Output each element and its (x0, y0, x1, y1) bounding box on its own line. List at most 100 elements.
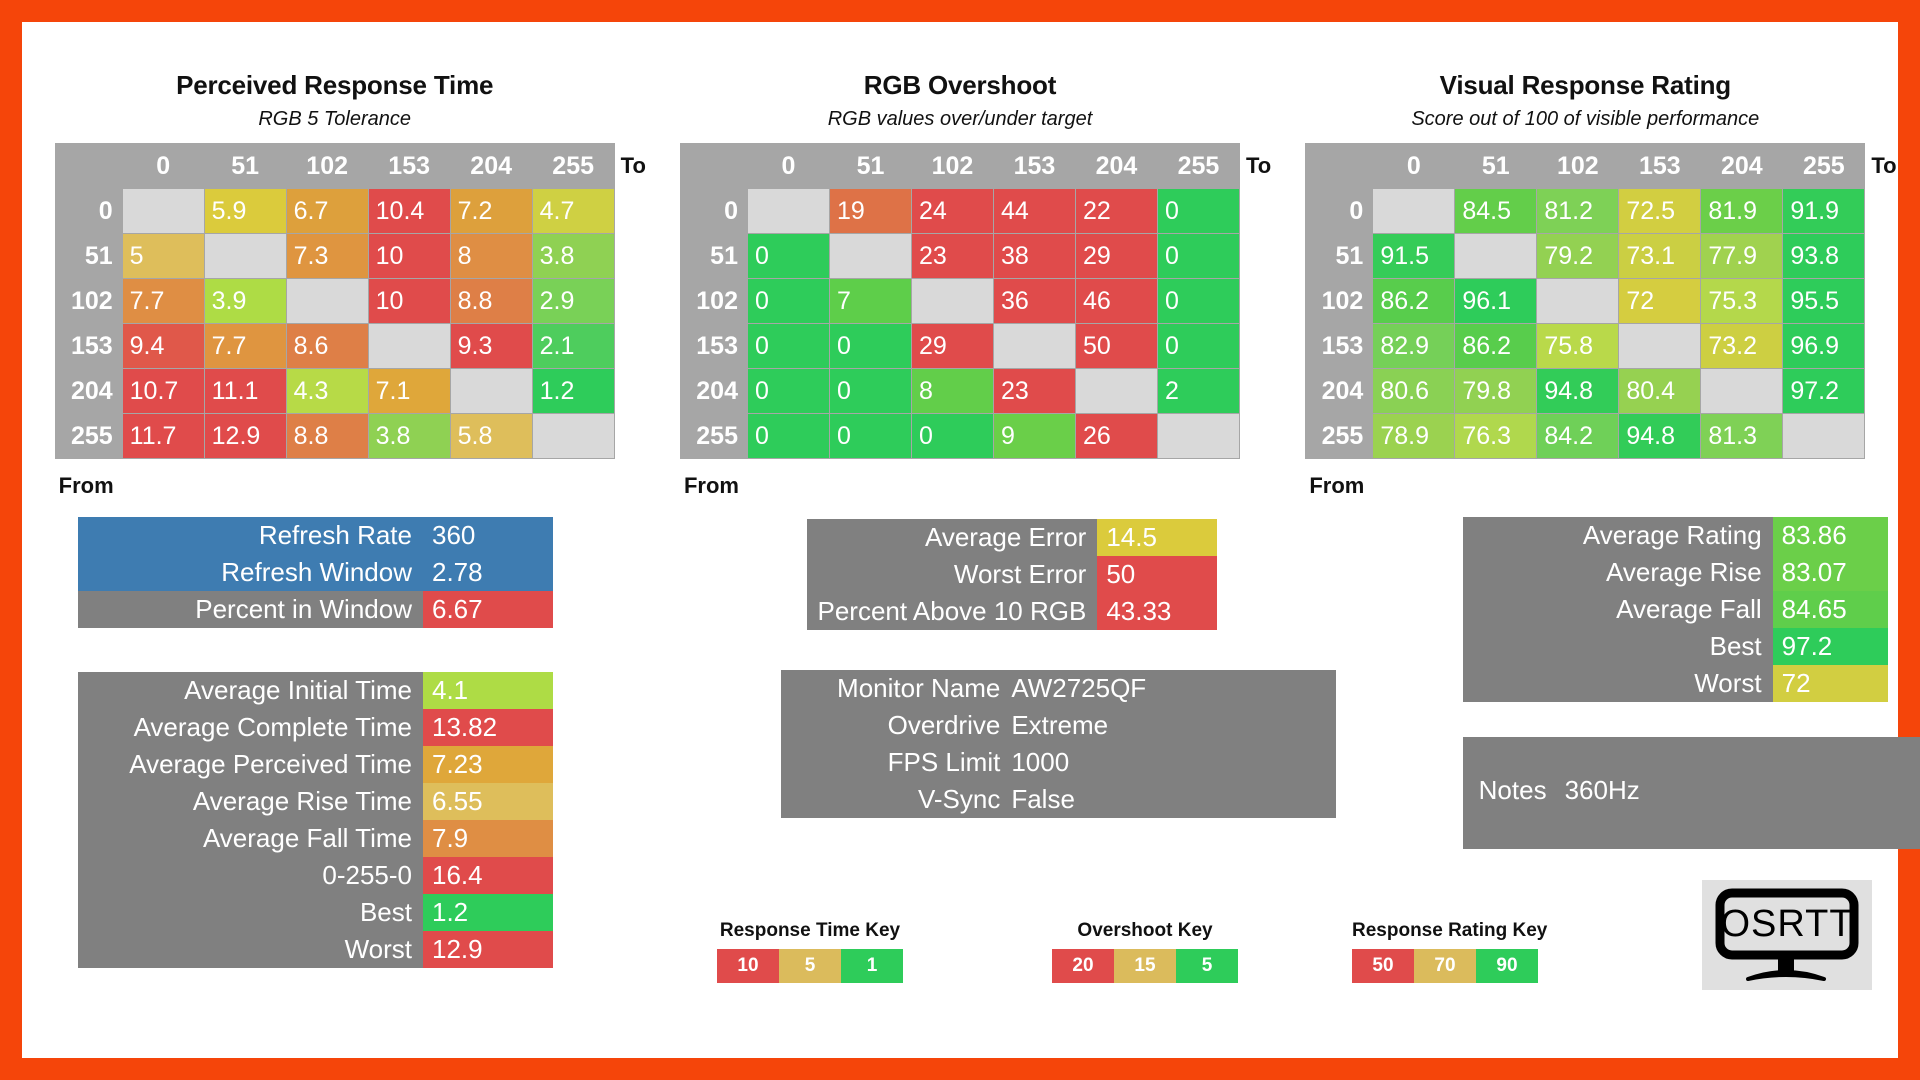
matrix-row: 204 0 0 8 23 2 (680, 369, 1239, 413)
matrix-cell: 0 (747, 324, 829, 368)
summary-row: Average Fall 84.65 (1462, 591, 1888, 628)
summary-label: Best (1462, 628, 1773, 665)
info-row: Notes 360Hz (1463, 775, 1640, 812)
legend-swatch: 5 (779, 949, 841, 983)
info-row: Overdrive Extreme (781, 707, 1336, 744)
matrix-cell: 78.9 (1373, 414, 1455, 458)
matrix-cell: 0 (1157, 189, 1239, 233)
matrix-cell: 91.5 (1373, 234, 1455, 278)
matrix-row-header: 51 (55, 234, 122, 278)
matrix-cell: 4.3 (286, 369, 368, 413)
matrix-cell: 9.3 (450, 324, 532, 368)
matrix-row: 102 0 7 36 46 0 (680, 279, 1239, 323)
matrix-cell: 0 (829, 369, 911, 413)
matrix-cell: 19 (829, 189, 911, 233)
summary-label: Percent Above 10 RGB (807, 593, 1098, 630)
matrix-cell: 0 (747, 414, 829, 458)
matrix-cell: 22 (1075, 189, 1157, 233)
matrix-cell: 73.1 (1619, 234, 1701, 278)
legend-swatch: 10 (717, 949, 779, 983)
summary-row: 0-255-0 16.4 (78, 857, 553, 894)
matrix-cell: 80.6 (1373, 369, 1455, 413)
matrix-cell: 11.1 (204, 369, 286, 413)
legend-bar-0: 10 5 1 (717, 949, 903, 983)
summary-label: Worst (78, 931, 423, 968)
matrix-cell: 95.5 (1783, 279, 1865, 323)
info-label: Overdrive (887, 710, 1001, 740)
info-value: 360Hz (1564, 774, 1640, 805)
matrix-cell: 10.7 (122, 369, 204, 413)
legend-swatch: 50 (1352, 949, 1414, 983)
matrix-row-header: 51 (680, 234, 747, 278)
matrix-row-header: 255 (55, 414, 122, 458)
matrix-cell: 46 (1075, 279, 1157, 323)
matrix-row-header: 102 (1306, 279, 1373, 323)
matrix-cell: 81.2 (1537, 189, 1619, 233)
summary-rating-block: Average Rating 83.86 Average Rise 83.07 Aver… (1462, 517, 1888, 702)
matrix-table-0: 0 51 102 153 204 255 0 5.9 6.7 10.4 7.2 4.7 51 5 7.3 10… (54, 143, 615, 459)
legend-swatch: 5 (1176, 949, 1238, 983)
summary-label: Average Fall (1462, 591, 1773, 628)
matrix-row-header: 0 (1306, 189, 1373, 233)
matrix-cell-diagonal (1783, 414, 1865, 458)
summary-value: 4.1 (423, 672, 553, 709)
matrix-cell: 77.9 (1701, 234, 1783, 278)
summary-label: Average Perceived Time (78, 746, 423, 783)
summary-label: 0-255-0 (78, 857, 423, 894)
matrix-cell: 3.9 (204, 279, 286, 323)
summary-row: Best 1.2 (78, 894, 553, 931)
matrix-cell-diagonal (450, 369, 532, 413)
axis-label-to-2: To (1871, 153, 1897, 178)
summary-row: Worst 12.9 (78, 931, 553, 968)
matrix-cell: 0 (1157, 324, 1239, 368)
table-subtitle-1: RGB values over/under target (827, 108, 1093, 130)
matrix-row-header: 153 (55, 324, 122, 368)
matrix-cell: 81.9 (1701, 189, 1783, 233)
summary-value: 7.23 (423, 746, 553, 783)
summary-value: 7.9 (423, 820, 553, 857)
summary-label: Best (78, 894, 423, 931)
matrix-corner (1306, 144, 1373, 188)
matrix-wrap-0: 0 51 102 153 204 255 0 5.9 6.7 10.4 7.2 4.7 51 5 7.3 10… (22, 143, 647, 459)
info-label: Monitor Name (837, 673, 1001, 703)
report-canvas: Perceived Response Time RGB 5 Tolerance … (22, 22, 1920, 1058)
matrix-cell-diagonal (532, 414, 614, 458)
legend-response-rating-key: Response Rating Key 50 70 90 (1352, 920, 1547, 983)
matrix-cell: 0 (747, 234, 829, 278)
matrix-cell: 7.2 (450, 189, 532, 233)
matrix-cell: 84.5 (1455, 189, 1537, 233)
matrix-cell: 0 (829, 324, 911, 368)
matrix-cell: 8 (911, 369, 993, 413)
table-title-1: RGB Overshoot (863, 70, 1057, 100)
matrix-row: 153 82.9 86.2 75.8 73.2 96.9 (1306, 324, 1865, 368)
summary-row: Worst 72 (1462, 665, 1888, 702)
summary-label: Average Rating (1462, 517, 1773, 554)
table-title-0: Perceived Response Time (176, 70, 494, 100)
matrix-cell: 10 (368, 279, 450, 323)
matrix-cell: 24 (911, 189, 993, 233)
summary-row: Percent Above 10 RGB 43.33 (807, 593, 1218, 630)
matrix-row: 102 7.7 3.9 10 8.8 2.9 (55, 279, 614, 323)
matrix-row-header: 204 (55, 369, 122, 413)
matrix-row-header: 51 (1306, 234, 1373, 278)
summary-row: Average Fall Time 7.9 (78, 820, 553, 857)
matrix-col-header: 51 (829, 144, 911, 188)
matrix-cell: 79.2 (1537, 234, 1619, 278)
matrix-cell: 7.7 (122, 279, 204, 323)
matrix-row: 51 91.5 79.2 73.1 77.9 93.8 (1306, 234, 1865, 278)
matrix-cell: 75.8 (1537, 324, 1619, 368)
summary-value: 6.67 (423, 591, 553, 628)
matrix-cell-diagonal (1455, 234, 1537, 278)
matrix-col-header: 51 (1455, 144, 1537, 188)
summary-row: Refresh Window 2.78 (78, 554, 553, 591)
matrix-cell: 2.9 (532, 279, 614, 323)
legend-swatch: 1 (841, 949, 903, 983)
matrix-cell: 72.5 (1619, 189, 1701, 233)
matrix-cell: 8.8 (286, 414, 368, 458)
matrix-col-header: 153 (368, 144, 450, 188)
matrix-cell: 82.9 (1373, 324, 1455, 368)
info-row: FPS Limit 1000 (781, 744, 1336, 781)
matrix-col-header: 153 (993, 144, 1075, 188)
matrix-cell-diagonal (1537, 279, 1619, 323)
info-row: Monitor Name AW2725QF (781, 670, 1336, 707)
